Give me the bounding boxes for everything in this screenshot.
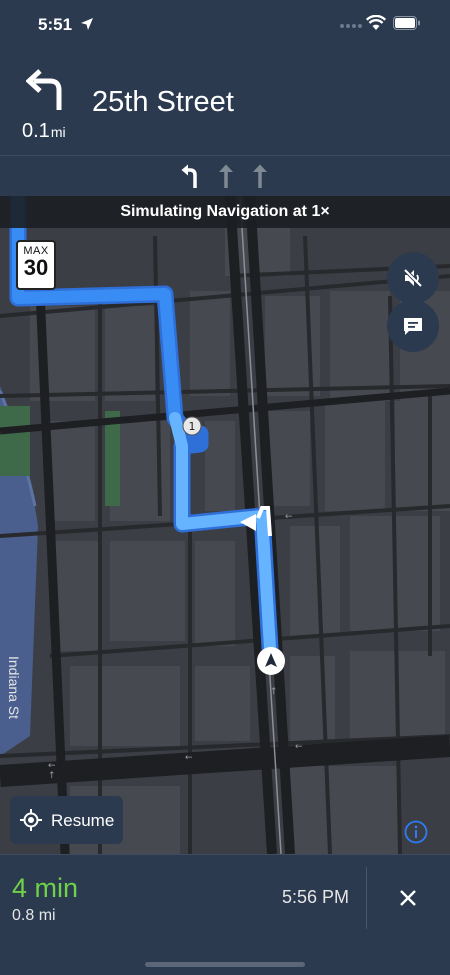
simulation-banner: Simulating Navigation at 1× xyxy=(0,196,450,228)
wifi-icon xyxy=(366,15,386,30)
svg-text:↑: ↑ xyxy=(48,771,56,781)
cellular-signal-icon xyxy=(340,24,362,28)
svg-text:↑: ↑ xyxy=(270,687,278,697)
info-icon[interactable] xyxy=(404,820,428,844)
chat-bubble-icon xyxy=(404,318,422,335)
speed-limit-sign: MAX 30 xyxy=(16,240,56,290)
mute-button[interactable] xyxy=(387,252,439,304)
speaker-muted-icon xyxy=(402,267,424,289)
turn-left-icon xyxy=(26,69,62,110)
lane-straight-icon xyxy=(219,164,233,188)
trip-progress-bar: 4 min 0.8 mi 5:56 PM xyxy=(0,854,450,975)
remaining-distance: 0.8 mi xyxy=(12,907,56,924)
svg-text:←: ← xyxy=(295,742,303,752)
street-name: 25th Street xyxy=(92,86,234,118)
lane-guidance xyxy=(0,155,450,197)
eta-duration: 4 min xyxy=(12,873,79,903)
map-canvas[interactable]: ← ← ↑ ← ← ↑ xyxy=(0,196,450,854)
user-location-puck xyxy=(257,647,285,675)
lane-straight-icon xyxy=(253,164,267,188)
waypoint-number: 1 xyxy=(189,420,196,433)
divider xyxy=(366,867,367,929)
status-bar: 5:51 xyxy=(0,0,450,52)
resume-button[interactable]: Resume xyxy=(10,796,123,844)
map-view[interactable]: ← ← ↑ ← ← ↑ Simulating Navigation at 1× … xyxy=(0,196,450,854)
speed-limit-value: 30 xyxy=(23,255,49,280)
maneuver-distance: 0.1mi xyxy=(22,120,66,143)
resume-label: Resume xyxy=(51,811,115,830)
street-label-indiana: Indiana St xyxy=(6,656,22,720)
distance-value: 0.1 xyxy=(22,120,50,142)
svg-text:←: ← xyxy=(48,761,56,771)
route-waypoint-marker: 1 xyxy=(182,416,202,436)
instruction-banner[interactable]: 0.1mi 25th Street xyxy=(0,52,450,199)
status-time: 5:51 xyxy=(38,15,73,34)
svg-text:←: ← xyxy=(185,753,193,763)
arrival-time: 5:56 PM xyxy=(282,887,350,907)
recenter-icon xyxy=(20,809,42,831)
lane-left-turn-icon xyxy=(181,164,197,188)
svg-text:←: ← xyxy=(285,512,293,522)
feedback-button[interactable] xyxy=(387,300,439,352)
location-arrow-icon xyxy=(81,18,93,30)
home-indicator[interactable] xyxy=(145,962,305,967)
close-icon[interactable] xyxy=(398,888,418,908)
distance-unit: mi xyxy=(50,124,66,140)
battery-icon xyxy=(393,16,420,30)
